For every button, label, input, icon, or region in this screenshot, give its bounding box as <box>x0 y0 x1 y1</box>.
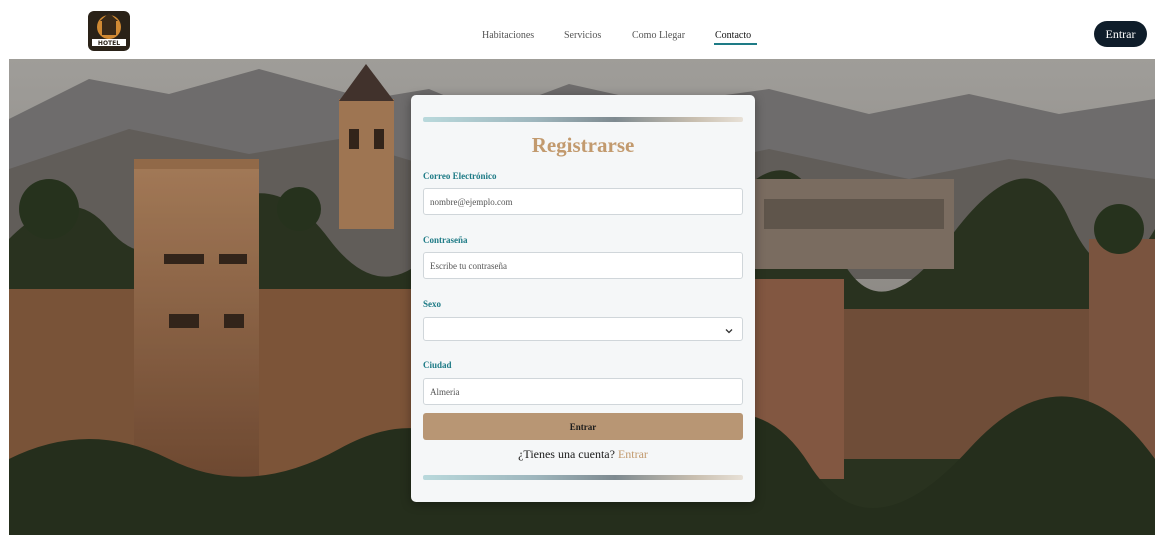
city-input[interactable]: Almeria <box>423 378 743 405</box>
password-input[interactable]: Escribe tu contraseña <box>423 252 743 279</box>
login-link[interactable]: Entrar <box>618 447 648 461</box>
nav-servicios[interactable]: Servicios <box>564 30 601 41</box>
logo-text: HOTEL <box>98 40 120 47</box>
hotel-logo-icon[interactable]: HOTEL <box>84 7 134 55</box>
nav-habitaciones[interactable]: Habitaciones <box>482 30 534 41</box>
nav-contacto[interactable]: Contacto <box>715 30 751 41</box>
chevron-down-icon <box>724 326 734 336</box>
submit-button[interactable]: Entrar <box>423 413 743 440</box>
nav-como-llegar[interactable]: Como Llegar <box>632 30 685 41</box>
login-question: ¿Tienes una cuenta? <box>518 447 615 461</box>
decorative-top-bar <box>423 117 743 122</box>
sex-label: Sexo <box>423 299 441 309</box>
password-label: Contraseña <box>423 235 468 245</box>
login-prompt: ¿Tienes una cuenta? Entrar <box>411 447 755 462</box>
sex-select[interactable] <box>423 317 743 341</box>
active-nav-indicator <box>714 43 757 45</box>
email-label: Correo Electrónico <box>423 171 497 181</box>
email-input[interactable]: nombre@ejemplo.com <box>423 188 743 215</box>
decorative-bottom-bar <box>423 475 743 480</box>
register-card: Registrarse Correo Electrónico nombre@ej… <box>411 95 755 502</box>
form-title: Registrarse <box>531 133 635 157</box>
city-label: Ciudad <box>423 360 452 370</box>
login-button[interactable]: Entrar <box>1094 21 1147 47</box>
top-nav-bar: HOTEL Habitaciones Servicios Como Llegar… <box>0 0 1155 59</box>
